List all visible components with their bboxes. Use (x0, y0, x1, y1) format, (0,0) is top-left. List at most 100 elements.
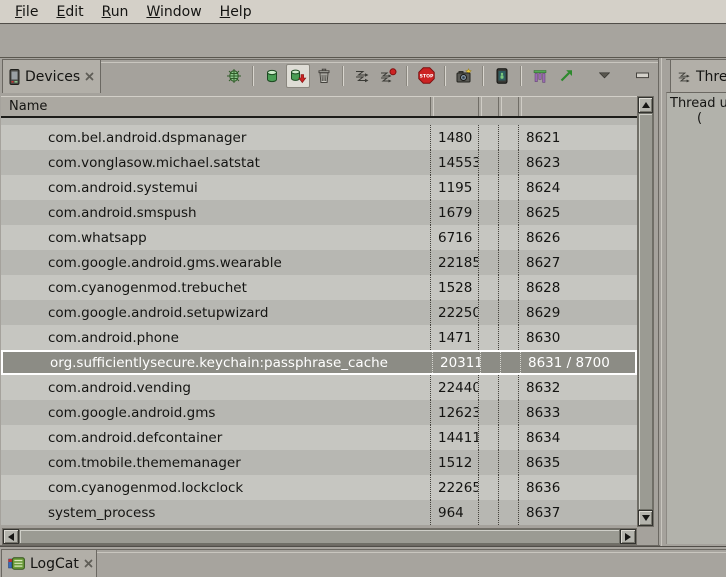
debug-bug-icon (226, 68, 242, 84)
update-threads-button[interactable] (350, 64, 374, 88)
device-row[interactable]: com.android.smspush16798625 (1, 200, 637, 225)
device-row[interactable]: com.android.systemui11958624 (1, 175, 637, 200)
menu-item-help[interactable]: Help (211, 2, 261, 22)
device-row[interactable]: com.vonglasow.michael.satstat145538623 (1, 150, 637, 175)
port-cell: 8637 (518, 500, 637, 525)
logcat-icon (8, 557, 25, 570)
status-cell (478, 475, 498, 500)
process-name-cell: com.cyanogenmod.lockclock (1, 475, 430, 500)
tab-devices-close-icon[interactable] (85, 71, 94, 82)
process-name-cell: com.whatsapp (1, 225, 430, 250)
device-row[interactable]: com.bel.android.dspmanager14808621 (1, 125, 637, 150)
port-cell: 8633 (518, 400, 637, 425)
scroll-down-button[interactable] (638, 510, 653, 526)
main-toolbar (0, 25, 726, 58)
status-cell (478, 500, 498, 525)
devices-panel-right-border (658, 58, 662, 546)
tab-devices[interactable]: Devices (2, 59, 101, 93)
device-row[interactable]: org.sufficientlysecure.keychain:passphra… (1, 350, 637, 375)
status-cell (498, 375, 518, 400)
status-cell (478, 150, 498, 175)
threads-message-line2: ( (667, 111, 726, 126)
menu-item-window[interactable]: Window (137, 2, 210, 22)
status-cell (478, 425, 498, 450)
process-name-cell: com.google.android.setupwizard (1, 300, 430, 325)
status-cell (498, 175, 518, 200)
device-row[interactable]: com.google.android.gms.wearable221858627 (1, 250, 637, 275)
toolbar-separator (444, 66, 446, 86)
menu-item-run[interactable]: Run (93, 2, 138, 22)
method-profiling-button[interactable] (376, 64, 400, 88)
pid-cell: 14411 (430, 425, 478, 450)
device-row[interactable]: com.google.android.setupwizard222508629 (1, 300, 637, 325)
tab-logcat[interactable]: LogCat (1, 549, 97, 577)
pid-cell: 1679 (430, 200, 478, 225)
status-cell (498, 250, 518, 275)
camera-icon (456, 68, 473, 84)
status-cell (498, 325, 518, 350)
tab-threads[interactable]: Threads (670, 59, 726, 93)
device-row[interactable]: com.google.android.gms126238633 (1, 400, 637, 425)
threads-message-line1: Thread up (667, 96, 726, 111)
status-cell (478, 375, 498, 400)
cause-gc-button[interactable] (312, 64, 336, 88)
device-screen-icon (494, 68, 510, 84)
vertical-scrollbar[interactable] (637, 96, 654, 527)
menu-item-edit[interactable]: Edit (47, 2, 92, 22)
line-chart-button[interactable] (554, 64, 578, 88)
column-header-name[interactable]: Name (9, 99, 47, 114)
column-divider[interactable] (478, 97, 482, 116)
device-row[interactable]: com.android.defcontainer144118634 (1, 425, 637, 450)
tab-logcat-label: LogCat (30, 556, 79, 572)
tracks-button[interactable] (528, 64, 552, 88)
device-row[interactable]: com.cyanogenmod.lockclock222658636 (1, 475, 637, 500)
device-row[interactable]: com.android.phone14718630 (1, 325, 637, 350)
debug-attach-button[interactable] (222, 64, 246, 88)
horizontal-scrollbar[interactable] (2, 528, 637, 545)
pid-cell: 1512 (430, 450, 478, 475)
stop-label: STOP (419, 74, 433, 80)
device-row[interactable]: com.android.vending224408632 (1, 375, 637, 400)
status-cell (478, 275, 498, 300)
stop-process-button[interactable]: STOP (414, 64, 438, 88)
status-cell (498, 150, 518, 175)
column-divider[interactable] (518, 97, 522, 116)
port-cell: 8625 (518, 200, 637, 225)
toolbar-separator (406, 66, 408, 86)
tab-logcat-close-icon[interactable] (84, 558, 93, 569)
view-menu-button[interactable] (592, 64, 616, 88)
pid-cell: 22440 (430, 375, 478, 400)
device-table-header: Name (1, 96, 637, 118)
minimize-button[interactable] (630, 64, 654, 88)
dump-hprof-button[interactable] (286, 64, 310, 88)
status-cell (498, 450, 518, 475)
menubar: FileEditRunWindowHelp (0, 0, 726, 24)
status-cell (478, 450, 498, 475)
device-row[interactable]: system_process9648637 (1, 500, 637, 525)
device-row[interactable]: com.whatsapp67168626 (1, 225, 637, 250)
capture-device-view-button[interactable] (490, 64, 514, 88)
device-phone-icon (9, 69, 20, 85)
pid-cell: 6716 (430, 225, 478, 250)
status-cell (498, 400, 518, 425)
scroll-up-button[interactable] (638, 97, 653, 113)
horizontal-scroll-thumb[interactable] (19, 529, 620, 544)
tracks-icon (532, 68, 548, 84)
status-cell (478, 175, 498, 200)
menu-item-file[interactable]: File (6, 2, 47, 22)
device-row[interactable]: com.tmobile.thememanager15128635 (1, 450, 637, 475)
update-heap-button[interactable] (260, 64, 284, 88)
process-name-cell: com.android.phone (1, 325, 430, 350)
scroll-right-button[interactable] (620, 529, 636, 544)
scroll-left-button[interactable] (3, 529, 19, 544)
column-divider[interactable] (430, 97, 434, 116)
dump-hprof-icon (289, 68, 307, 84)
ddms-window: FileEditRunWindowHelp Devices (0, 0, 726, 577)
device-row[interactable]: com.cyanogenmod.trebuchet15288628 (1, 275, 637, 300)
screen-capture-button[interactable] (452, 64, 476, 88)
column-divider[interactable] (498, 97, 502, 116)
port-cell: 8627 (518, 250, 637, 275)
vertical-scroll-thumb[interactable] (638, 113, 653, 510)
toolbar-separator (482, 66, 484, 86)
tab-threads-label: Threads (696, 69, 726, 85)
